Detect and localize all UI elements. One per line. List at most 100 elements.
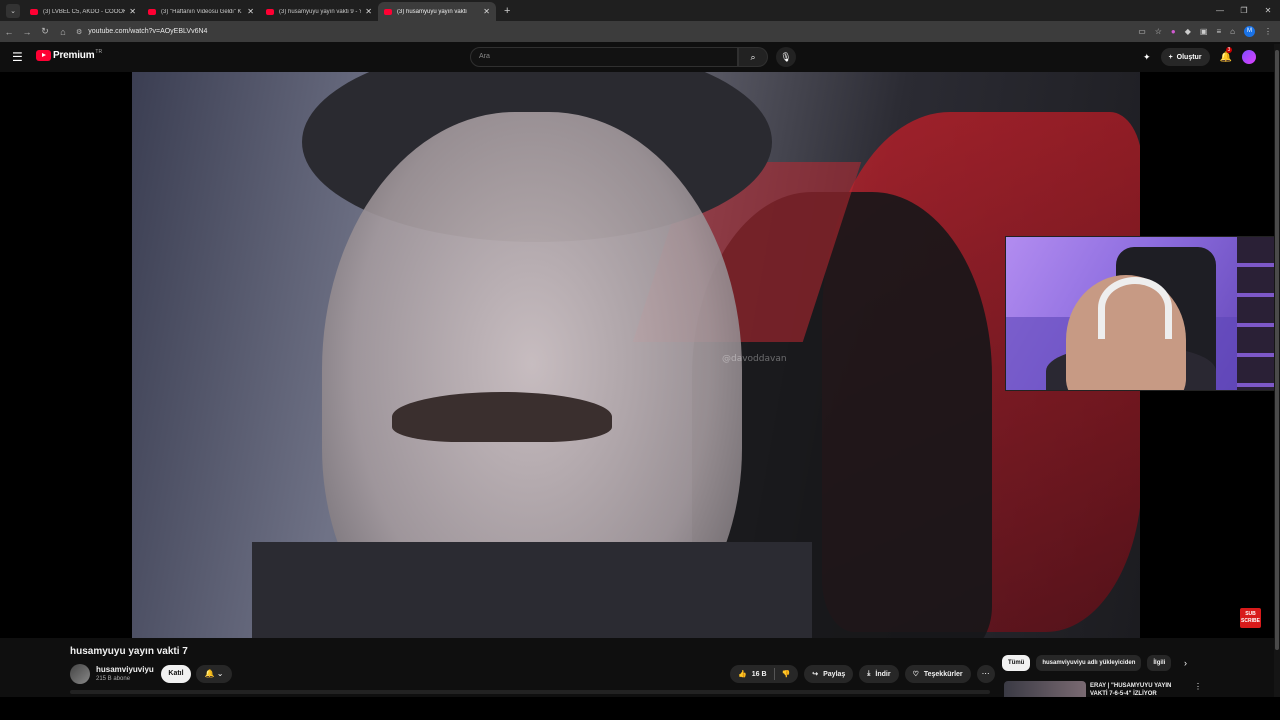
create-label: Oluştur <box>1176 53 1202 61</box>
search-icon: ⌕ <box>750 52 756 62</box>
address-bar[interactable]: ⚙ youtube.com/watch?v=AOyEBLVv6N4 <box>76 28 207 36</box>
join-button[interactable]: Katıl <box>161 665 191 683</box>
back-icon[interactable]: ← <box>0 27 18 37</box>
tab-title: (3) husamyuyu yayın vakti 9 - Y <box>279 8 362 15</box>
forward-icon[interactable]: → <box>18 27 36 37</box>
chip-related[interactable]: İlgili <box>1147 655 1172 671</box>
search-button[interactable]: ⌕ <box>738 47 768 67</box>
url-text: youtube.com/watch?v=AOyEBLVv6N4 <box>88 28 208 35</box>
browser-toolbar: ← → ↻ ⌂ ⚙ youtube.com/watch?v=AOyEBLVv6N… <box>0 21 1280 42</box>
youtube-logo[interactable]: Premium TR <box>36 48 103 61</box>
new-tab-icon[interactable]: + <box>504 5 510 17</box>
like-dislike-button[interactable]: 👍 16 B 👎 <box>730 665 799 683</box>
subscription-bell-button[interactable]: 🔔 ⌄ <box>196 665 232 683</box>
microphone-icon: 🎙 <box>780 52 792 62</box>
video-title: husamyuyu yayın vakti 7 <box>70 646 188 657</box>
extension-icon[interactable]: ● <box>1171 27 1176 36</box>
profile-avatar[interactable]: M <box>1244 26 1255 37</box>
bookmarks-icon[interactable]: ⌂ <box>1230 27 1235 36</box>
share-button[interactable]: ↪ Paylaş <box>804 665 854 683</box>
header-actions: ✦ + Oluştur 🔔 3 <box>1143 46 1256 67</box>
youtube-favicon-icon <box>148 8 156 15</box>
browser-tab-active[interactable]: (3) husamyuyu yayın vakti ✕ <box>378 2 496 21</box>
tab-title: (3) "Haftanın Videosu Geldi" K <box>161 8 242 15</box>
browser-tab[interactable]: (3) husamyuyu yayın vakti 9 - Y ✕ <box>260 2 378 21</box>
subscriber-count: 215 B abone <box>96 676 131 682</box>
more-vert-icon[interactable]: ⋮ <box>1194 682 1202 691</box>
video-actions: 👍 16 B 👎 ↪ Paylaş ⤓ İndir ♡ Teşekkürler … <box>730 665 995 683</box>
browser-menu-icon[interactable]: ⋮ <box>1264 27 1272 36</box>
suit-shape <box>252 542 812 638</box>
cast-icon[interactable]: ▭ <box>1138 27 1146 36</box>
window-controls: — ❐ ✕ <box>1208 0 1280 21</box>
recommendation-thumbnail[interactable] <box>1004 681 1086 697</box>
tab-title: (3) LVBEL C5, AKDO - COOOK <box>43 8 126 15</box>
tab-close-icon[interactable]: ✕ <box>247 7 254 16</box>
youtube-favicon-icon <box>384 8 392 15</box>
divider <box>773 668 775 680</box>
video-player[interactable]: @davoddavan SUB SCRIBE <box>0 72 1280 638</box>
thumbs-up-icon[interactable]: 👍 <box>738 670 747 678</box>
more-actions-button[interactable]: ⋯ <box>976 665 995 683</box>
headset-icon <box>1098 277 1172 339</box>
plus-icon: + <box>1168 53 1173 61</box>
tab-close-icon[interactable]: ✕ <box>483 7 490 16</box>
brand-label: Premium <box>53 50 95 61</box>
tab-groups-icon[interactable]: ≡ <box>1216 27 1221 36</box>
youtube-header: ☰ Premium TR Ara ⌕ 🎙 ✦ + Oluştur 🔔 3 <box>0 42 1280 72</box>
notifications-button[interactable]: 🔔 3 <box>1219 46 1233 63</box>
minimize-icon[interactable]: — <box>1208 0 1232 21</box>
create-button[interactable]: + Oluştur <box>1160 48 1210 66</box>
hamburger-menu-icon[interactable]: ☰ <box>12 51 23 63</box>
share-icon: ↪ <box>812 671 819 678</box>
chevron-right-icon[interactable]: › <box>1184 655 1187 671</box>
browser-tab-bar: ⌄ (3) LVBEL C5, AKDO - COOOK ✕ (3) "Haft… <box>0 0 1280 21</box>
bell-icon: 🔔 <box>204 669 215 678</box>
taskbar-area <box>0 697 1280 720</box>
subscribe-watermark-button[interactable]: SUB SCRIBE <box>1240 608 1261 628</box>
ai-sparkle-icon[interactable]: ✦ <box>1143 52 1151 63</box>
recommendation-filter-chips: Tümü husamviyuviyu adlı yükleyiciden İlg… <box>1002 655 1172 671</box>
channel-avatar[interactable] <box>70 664 90 684</box>
voice-search-button[interactable]: 🎙 <box>776 47 796 67</box>
bell-icon: 🔔 <box>1219 51 1232 63</box>
channel-name[interactable]: husamviyuviyu <box>96 665 154 674</box>
bookmark-star-icon[interactable]: ☆ <box>1155 27 1162 36</box>
download-button[interactable]: ⤓ İndir <box>859 665 899 683</box>
site-info-icon[interactable]: ⚙ <box>76 28 82 36</box>
extensions-puzzle-icon[interactable]: ▣ <box>1200 27 1208 36</box>
streamer-webcam-overlay <box>1005 236 1280 391</box>
page-scrollbar[interactable] <box>1274 44 1280 697</box>
chip-from-uploader[interactable]: husamviyuviyu adlı yükleyiciden <box>1036 655 1142 671</box>
account-avatar[interactable] <box>1242 50 1256 64</box>
more-dots-icon: ⋯ <box>981 669 990 678</box>
mustache-shape <box>392 392 612 442</box>
thumbs-down-icon[interactable]: 👎 <box>782 670 791 678</box>
tab-close-icon[interactable]: ✕ <box>129 7 136 16</box>
notification-count: 3 <box>1225 46 1233 53</box>
download-label: İndir <box>875 670 891 678</box>
extension-icon[interactable]: ◆ <box>1185 27 1191 36</box>
close-window-icon[interactable]: ✕ <box>1256 0 1280 21</box>
reload-icon[interactable]: ↻ <box>36 26 54 37</box>
browser-tab[interactable]: (3) LVBEL C5, AKDO - COOOK ✕ <box>24 2 142 21</box>
chevron-down-icon: ⌄ <box>216 669 224 678</box>
shelf <box>1237 237 1279 390</box>
home-icon[interactable]: ⌂ <box>54 27 72 37</box>
maximize-icon[interactable]: ❐ <box>1232 0 1256 21</box>
share-label: Paylaş <box>823 670 846 678</box>
tab-search-button[interactable]: ⌄ <box>6 3 20 18</box>
tab-close-icon[interactable]: ✕ <box>365 7 372 16</box>
tab-title: (3) husamyuyu yayın vakti <box>397 8 467 15</box>
chip-all[interactable]: Tümü <box>1002 655 1031 671</box>
browser-extensions: ▭ ☆ ● ◆ ▣ ≡ ⌂ M ⋮ <box>1138 21 1272 42</box>
region-code: TR <box>95 48 103 55</box>
youtube-favicon-icon <box>30 8 38 15</box>
scrollbar-thumb[interactable] <box>1275 50 1279 650</box>
thanks-button[interactable]: ♡ Teşekkürler <box>904 665 971 683</box>
recommendation-title[interactable]: ERAY | "HUSAMYUYU YAYIN VAKTİ 7-6-5-4" İ… <box>1090 682 1190 696</box>
like-count: 16 B <box>751 670 767 678</box>
browser-tab[interactable]: (3) "Haftanın Videosu Geldi" K ✕ <box>142 2 260 21</box>
youtube-play-icon <box>36 50 51 61</box>
search-input[interactable]: Ara <box>470 47 738 67</box>
